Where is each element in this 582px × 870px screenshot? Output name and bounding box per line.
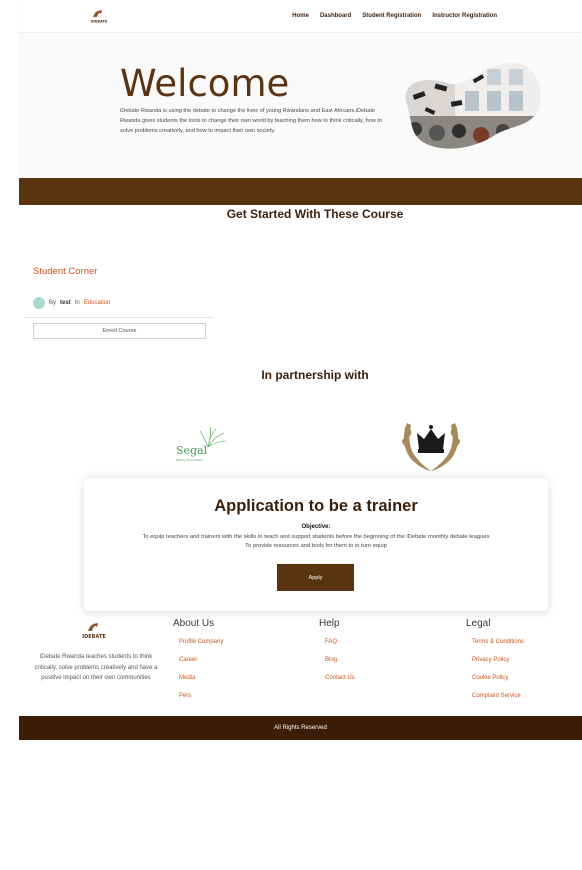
- hero-title: Welcome: [120, 62, 290, 105]
- footer-column-help: Help FAQ Blog Contact Us: [319, 618, 355, 693]
- enroll-course-button[interactable]: Enroll Course: [33, 323, 206, 339]
- footer-link-terms[interactable]: Terms & Conditions: [472, 639, 524, 657]
- courses-section-title: Get Started With These Course: [226, 207, 404, 221]
- footer-link-faq[interactable]: FAQ: [325, 639, 355, 657]
- in-label: In: [74, 300, 80, 306]
- course-category-link[interactable]: Education: [84, 300, 111, 306]
- footer-legal-heading: Legal: [466, 618, 491, 629]
- brown-banner: [19, 178, 582, 205]
- nav-student-registration[interactable]: Student Registration: [362, 13, 421, 19]
- hero-graduation-image: [405, 62, 541, 149]
- footer-column-legal: Legal Terms & Conditions Privacy Policy …: [466, 618, 524, 711]
- objective-line-2: To provide resources and tools for them …: [245, 542, 387, 549]
- nav-dashboard[interactable]: Dashboard: [320, 13, 351, 19]
- author-avatar: [33, 297, 45, 309]
- author-name[interactable]: test: [60, 300, 71, 306]
- course-author-row: By test In Education: [33, 297, 110, 309]
- footer-logo-text: IDEBATE: [82, 634, 106, 640]
- footer-idebate-logo: IDEBATE: [81, 623, 107, 640]
- segal-name: Segal: [176, 444, 208, 457]
- footer-help-heading: Help: [319, 618, 340, 629]
- trainer-application-card: Application to be a trainer Objective: T…: [84, 478, 548, 611]
- footer-about-text: iDebate Rwanda teaches students to think…: [34, 654, 158, 682]
- hero-description: iDebate Rwanda is using the debate to ch…: [120, 108, 383, 135]
- idebate-logo[interactable]: IDEBATE: [89, 8, 109, 24]
- footer-link-career[interactable]: Career: [179, 657, 223, 675]
- footer-column-about: About Us Profile Company Career Media Pe…: [173, 618, 223, 711]
- footer-link-profile-company[interactable]: Profile Company: [179, 639, 223, 657]
- site-header: IDEBATE Home Dashboard Student Registrat…: [19, 0, 582, 33]
- logo-text: IDEBATE: [91, 20, 108, 24]
- trainer-card-title: Application to be a trainer: [214, 497, 418, 515]
- partners-section-title: In partnership with: [261, 368, 369, 382]
- footer-link-privacy-policy[interactable]: Privacy Policy: [472, 657, 524, 675]
- copyright-text: All Rights Reserved: [274, 725, 327, 731]
- footer-link-blog[interactable]: Blog: [325, 657, 355, 675]
- footer-link-contact-us[interactable]: Contact Us: [325, 675, 355, 693]
- nav-home[interactable]: Home: [292, 13, 309, 19]
- course-divider: [24, 317, 214, 318]
- segal-foundation-logo: Segal Family Foundation: [176, 426, 227, 462]
- by-label: By: [49, 300, 57, 306]
- footer-link-cookie-policy[interactable]: Cookie Policy: [472, 675, 524, 693]
- crown-emblem-logo: [402, 423, 460, 471]
- course-title[interactable]: Student Corner: [33, 266, 97, 277]
- footer-link-media[interactable]: Media: [179, 675, 223, 693]
- apply-button[interactable]: Apply: [277, 564, 354, 591]
- footer-copyright-bar: All Rights Reserved: [19, 716, 582, 740]
- objective-line-1: To equip teachers and trainers with the …: [142, 534, 490, 540]
- segal-subtitle: Family Foundation: [176, 458, 203, 462]
- nav-instructor-registration[interactable]: Instructor Registration: [432, 13, 497, 19]
- hero-section: Welcome iDebate Rwanda is using the deba…: [19, 33, 582, 178]
- footer-link-complaint-service[interactable]: Complaint Service: [472, 693, 524, 711]
- footer-about-heading: About Us: [173, 618, 215, 629]
- objective-text: To equip teachers and trainers with the …: [84, 533, 548, 551]
- objective-label: Objective:: [301, 524, 331, 530]
- footer-link-pers[interactable]: Pers: [179, 693, 223, 711]
- main-nav: Home Dashboard Student Registration Inst…: [292, 13, 497, 19]
